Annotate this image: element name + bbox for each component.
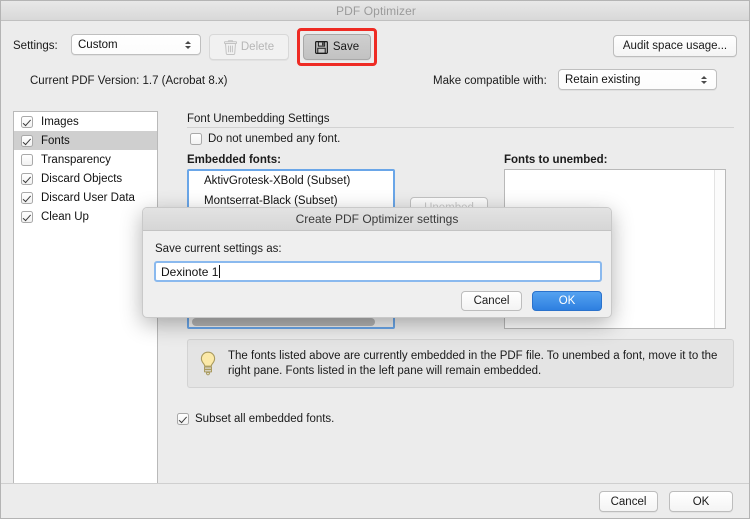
modal-body: Save current settings as: Dexinote 1 Can… — [143, 231, 611, 317]
checkbox-do-not-unembed[interactable] — [190, 133, 202, 145]
modal-prompt-label: Save current settings as: — [155, 243, 282, 255]
scrollbar-thumb[interactable] — [192, 318, 375, 326]
current-pdf-version-text: Current PDF Version: 1.7 (Acrobat 8.x) — [30, 75, 228, 87]
modal-ok-button[interactable]: OK — [532, 291, 602, 311]
settings-category-list[interactable]: Images Fonts Transparency Discard Object… — [13, 111, 158, 484]
cancel-button-label: Cancel — [610, 495, 647, 508]
checkbox-discard-user-data[interactable] — [21, 191, 33, 204]
panel-title: Font Unembedding Settings — [187, 113, 330, 125]
sidebar-item-discard-objects[interactable]: Discard Objects — [14, 169, 157, 188]
subset-all-embedded-fonts-label: Subset all embedded fonts. — [195, 413, 335, 425]
panel-divider — [187, 127, 734, 128]
checkbox-transparency[interactable] — [21, 153, 33, 166]
delete-button: Delete — [209, 34, 289, 60]
chevron-updown-icon — [182, 35, 194, 54]
ok-button[interactable]: OK — [669, 491, 733, 512]
settings-name-input[interactable]: Dexinote 1 — [154, 261, 602, 282]
sidebar-item-label: Discard User Data — [41, 191, 135, 204]
embedded-fonts-label: Embedded fonts: — [187, 154, 281, 166]
modal-cancel-button[interactable]: Cancel — [461, 291, 522, 311]
sidebar-item-label: Transparency — [41, 153, 111, 166]
checkbox-discard-objects[interactable] — [21, 172, 33, 185]
settings-dropdown-value: Custom — [78, 38, 118, 51]
list-item[interactable]: AktivGrotesk-XBold (Subset) — [189, 171, 393, 191]
cancel-button[interactable]: Cancel — [599, 491, 658, 512]
make-compatible-label: Make compatible with: — [433, 75, 547, 87]
checkbox-clean-up[interactable] — [21, 210, 33, 223]
modal-titlebar: Create PDF Optimizer settings — [143, 208, 611, 231]
sidebar-item-label: Images — [41, 115, 79, 128]
sidebar-item-discard-user-data[interactable]: Discard User Data — [14, 188, 157, 207]
modal-cancel-label: Cancel — [473, 295, 510, 307]
tip-box: The fonts listed above are currently emb… — [187, 339, 734, 388]
window-title: PDF Optimizer — [336, 3, 416, 18]
settings-name-input-value: Dexinote 1 — [161, 264, 219, 279]
do-not-unembed-row[interactable]: Do not unembed any font. — [190, 133, 340, 145]
subset-all-embedded-fonts-row[interactable]: Subset all embedded fonts. — [177, 413, 334, 425]
settings-label: Settings: — [13, 40, 58, 52]
sidebar-item-label: Fonts — [41, 134, 70, 147]
sidebar-item-transparency[interactable]: Transparency — [14, 150, 157, 169]
sidebar-item-images[interactable]: Images — [14, 112, 157, 131]
ok-button-label: OK — [692, 495, 710, 508]
floppy-disk-icon — [314, 40, 328, 54]
fonts-to-unembed-label: Fonts to unembed: — [504, 154, 608, 166]
chevron-updown-icon — [698, 70, 710, 89]
window-titlebar: PDF Optimizer — [1, 1, 749, 21]
checkbox-subset-all-embedded-fonts[interactable] — [177, 413, 189, 425]
sidebar-item-clean-up[interactable]: Clean Up — [14, 207, 157, 226]
save-button[interactable]: Save — [303, 34, 371, 60]
make-compatible-dropdown[interactable]: Retain existing — [558, 69, 717, 90]
audit-space-usage-button[interactable]: Audit space usage... — [613, 35, 737, 57]
make-compatible-value: Retain existing — [565, 73, 641, 86]
text-caret — [219, 265, 221, 278]
do-not-unembed-label: Do not unembed any font. — [208, 133, 341, 145]
trash-icon — [223, 39, 237, 55]
checkbox-images[interactable] — [21, 115, 33, 128]
save-button-label: Save — [332, 41, 360, 53]
settings-dropdown[interactable]: Custom — [71, 34, 201, 55]
pdf-optimizer-window: PDF Optimizer Settings: Custom Delete Sa… — [0, 0, 750, 519]
lightbulb-icon — [200, 351, 216, 375]
sidebar-item-label: Discard Objects — [41, 172, 123, 185]
delete-button-label: Delete — [240, 41, 275, 53]
create-settings-modal: Create PDF Optimizer settings Save curre… — [142, 207, 612, 318]
vertical-scrollbar[interactable] — [714, 170, 725, 328]
audit-space-usage-label: Audit space usage... — [622, 40, 728, 52]
modal-ok-label: OK — [558, 295, 576, 307]
sidebar-item-label: Clean Up — [41, 210, 89, 223]
tip-text: The fonts listed above are currently emb… — [228, 349, 718, 377]
modal-title: Create PDF Optimizer settings — [295, 212, 459, 226]
checkbox-fonts[interactable] — [21, 134, 33, 147]
footer-divider — [1, 483, 749, 484]
sidebar-item-fonts[interactable]: Fonts — [14, 131, 157, 150]
